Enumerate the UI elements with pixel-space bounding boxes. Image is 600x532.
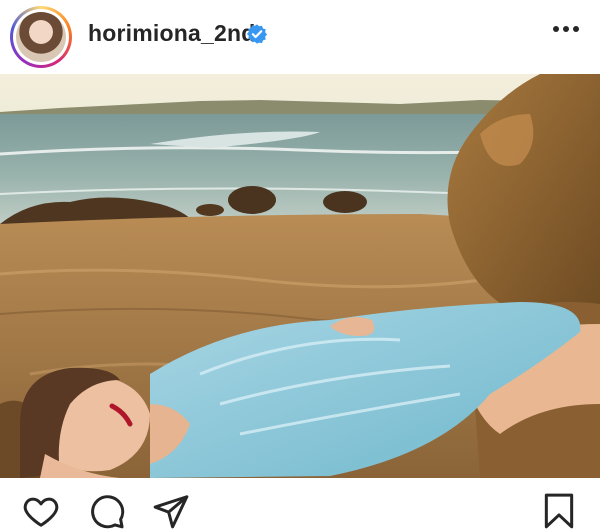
story-ring[interactable]: [10, 6, 72, 68]
bookmark-icon[interactable]: [540, 492, 578, 530]
verified-badge-icon: [246, 24, 268, 44]
post-header: horimiona_2nd: [0, 0, 600, 75]
post-photo[interactable]: [0, 74, 600, 478]
username[interactable]: horimiona_2nd: [88, 20, 255, 47]
more-options-icon[interactable]: [552, 24, 580, 34]
share-icon[interactable]: [152, 492, 190, 530]
avatar[interactable]: [16, 12, 66, 62]
beach-photo-image: [0, 74, 600, 478]
comment-icon[interactable]: [88, 492, 126, 530]
heart-icon[interactable]: [22, 492, 60, 530]
avatar-border: [13, 9, 69, 65]
post-actions-bar: [0, 478, 600, 532]
